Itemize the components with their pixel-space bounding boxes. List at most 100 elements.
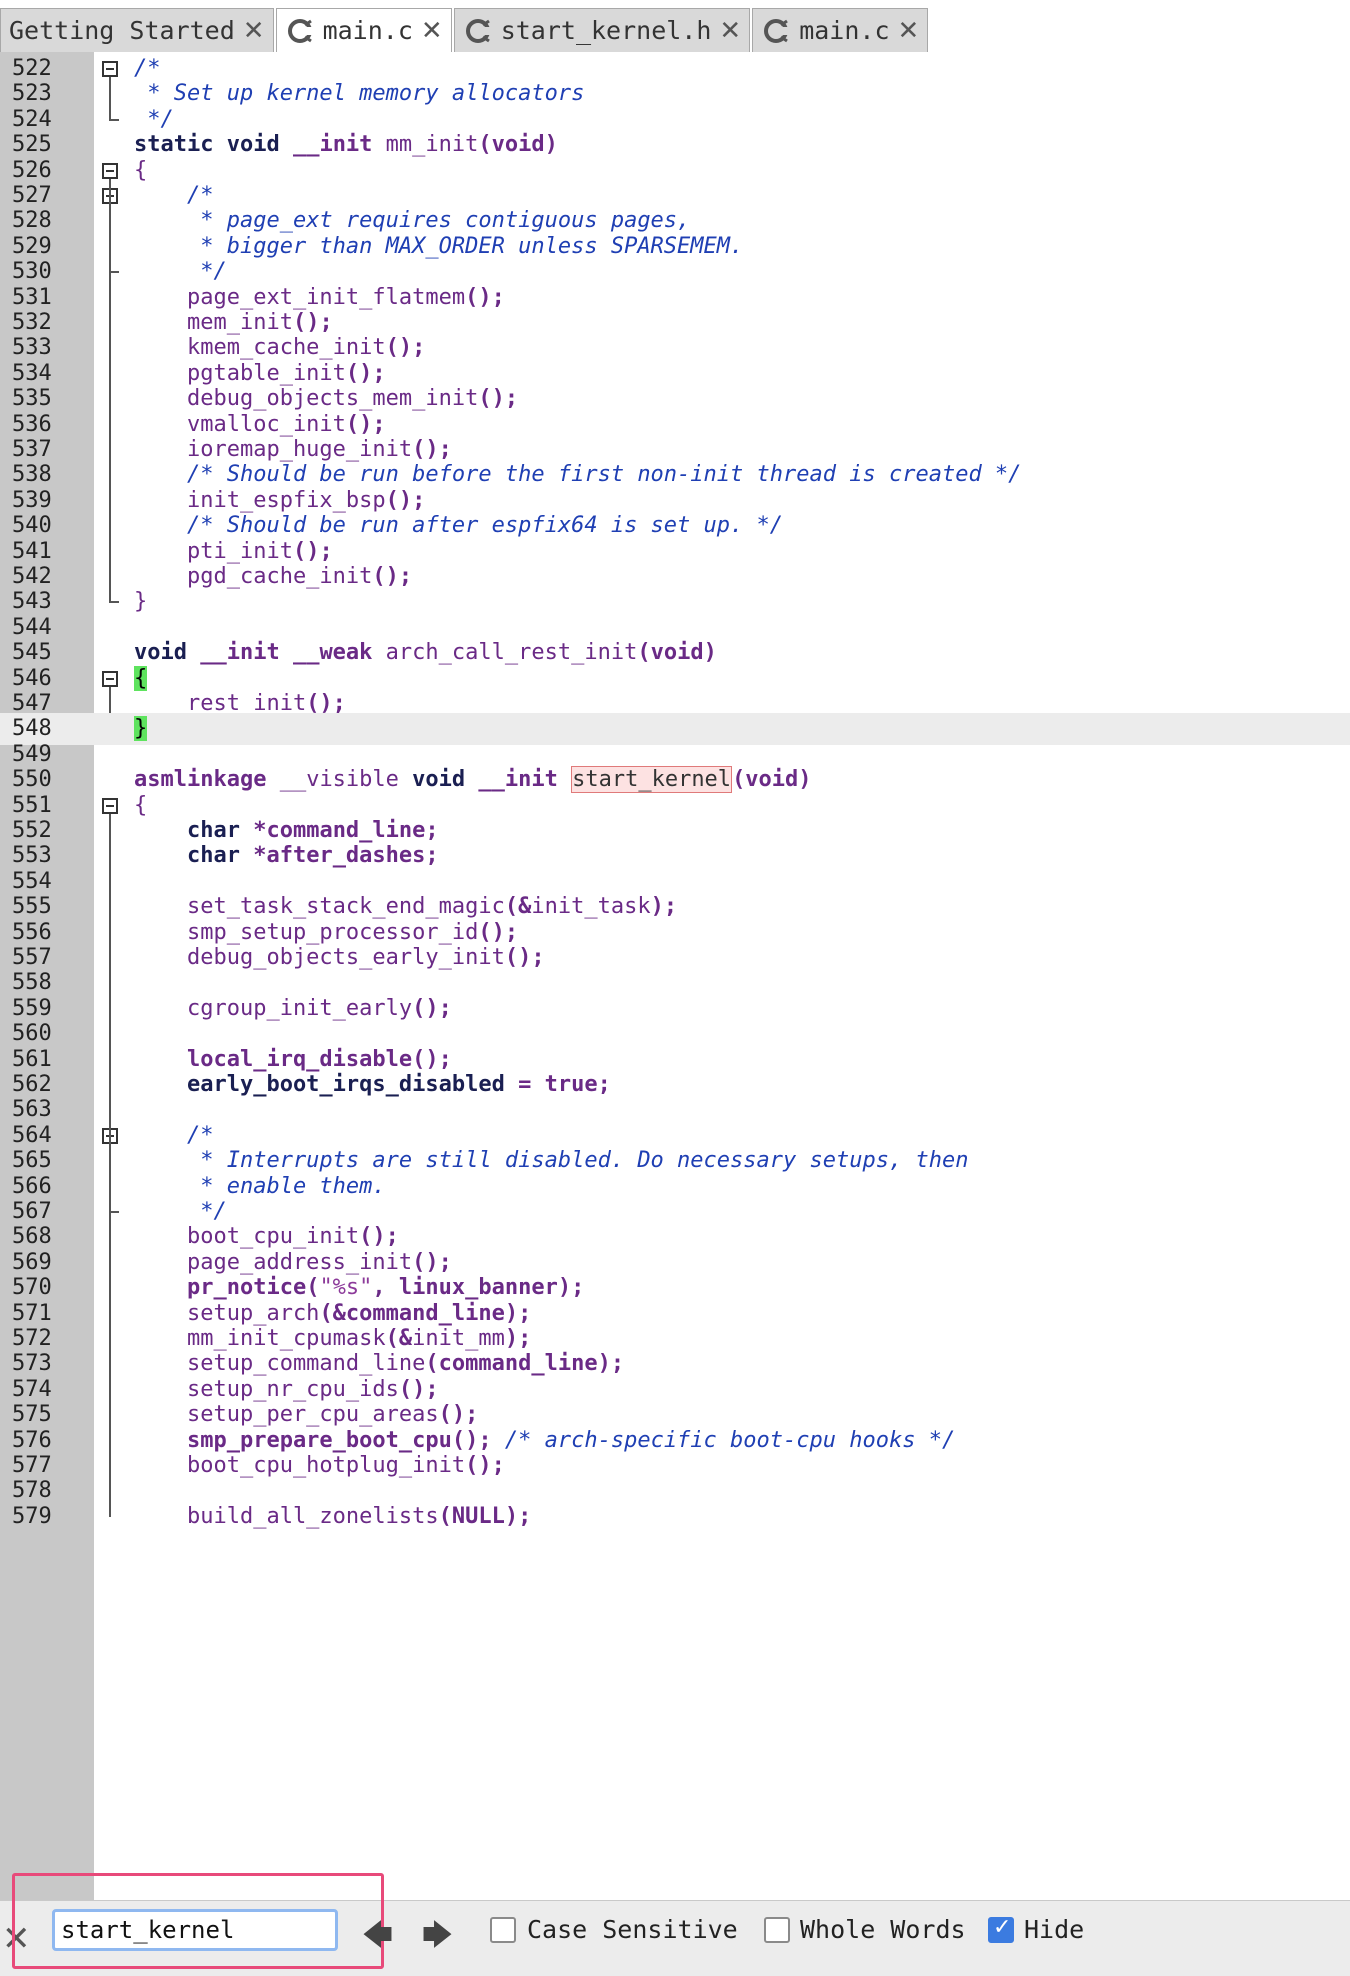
- code-token: ();: [345, 360, 386, 386]
- code-token: cgroup_init_early: [134, 995, 413, 1021]
- code-token: init_task: [531, 894, 651, 920]
- tab-bar: Getting Started ✕ main.c ✕ start_kernel.h ✕ ma…: [0, 0, 1350, 52]
- code-token: ();: [306, 691, 346, 716]
- code-token: "%s": [319, 1275, 373, 1301]
- tab-1[interactable]: main.c ✕: [275, 8, 452, 52]
- code-token: init_espfix_bsp: [134, 487, 386, 513]
- code-token: pti_init: [134, 538, 293, 564]
- find-previous-icon[interactable]: 🡄: [362, 1913, 393, 1964]
- find-next-icon[interactable]: 🡆: [422, 1913, 453, 1964]
- hide-checkbox[interactable]: [988, 1915, 1014, 1943]
- code-token: mm_init_cpumask: [134, 1326, 386, 1351]
- code-token: (: [306, 1275, 320, 1301]
- code-token: );: [650, 894, 678, 920]
- code-token: ();: [292, 538, 333, 564]
- code-token: pgtable_init: [134, 360, 346, 386]
- code-token: kmem_cache_init: [134, 335, 386, 361]
- code-token: mm_init: [385, 132, 479, 158]
- find-bar: ✕ 🡄 🡆 Case Sensitive Whole Words Hide: [0, 1873, 1350, 1976]
- tab-label: main.c: [322, 16, 413, 45]
- code-token: setup_command_line: [134, 1351, 426, 1377]
- tab-0[interactable]: Getting Started ✕: [0, 8, 274, 52]
- code-token: debug_objects_early_init: [134, 945, 505, 970]
- code-token: */: [134, 1199, 227, 1224]
- code-token: ();: [465, 1453, 505, 1478]
- c-source-icon: [285, 16, 315, 46]
- code-text: build_all_zonelists(NULL);: [134, 1501, 531, 1533]
- tab-2[interactable]: start_kernel.h ✕: [453, 8, 751, 52]
- whole-words-checkbox[interactable]: [764, 1917, 790, 1943]
- code-token: ();: [504, 945, 545, 970]
- code-editor[interactable]: 522/* 523 * Set up kernel memory allocato…: [0, 52, 1350, 1900]
- code-token: page_address_init: [134, 1249, 413, 1275]
- code-token: (void): [732, 767, 812, 793]
- code-token: boot_cpu_hotplug_init: [134, 1453, 466, 1478]
- code-token: * enable them.: [134, 1173, 386, 1199]
- code-token: (NULL);: [438, 1503, 532, 1529]
- code-token: (void): [637, 640, 717, 666]
- code-token: char: [134, 818, 254, 843]
- tab-close-icon[interactable]: ✕: [898, 16, 920, 46]
- whole-words-label: Whole Words: [800, 1915, 966, 1944]
- tab-close-icon[interactable]: ✕: [719, 16, 741, 46]
- case-sensitive-label: Case Sensitive: [527, 1915, 738, 1944]
- code-token: init_mm: [412, 1326, 505, 1351]
- code-token: __init __weak: [200, 640, 386, 666]
- code-token: early_boot_irqs_disabled: [134, 1072, 519, 1097]
- code-token: pgd_cache_init: [134, 564, 373, 589]
- code-token: ();: [478, 919, 519, 945]
- code-token: smp_prepare_boot_cpu: [134, 1427, 452, 1453]
- c-source-icon: [761, 16, 792, 46]
- code-token: =: [518, 1072, 545, 1097]
- code-token: ();: [412, 1046, 452, 1072]
- code-token: * Interrupts are still disabled. Do nece…: [134, 1148, 969, 1174]
- code-token: build_all_zonelists: [134, 1503, 439, 1529]
- code-token: * Set up kernel memory allocators: [134, 81, 585, 107]
- brace-match: {: [134, 665, 148, 691]
- code-token: void: [412, 767, 479, 793]
- code-token: ();: [385, 487, 426, 513]
- code-token: (&command_line);: [319, 1300, 532, 1326]
- hide-label: Hide: [1024, 1915, 1085, 1944]
- code-line[interactable]: 579 build_all_zonelists(NULL);: [0, 1501, 1350, 1533]
- code-token: ();: [292, 310, 333, 335]
- code-token: ();: [412, 995, 452, 1021]
- find-input[interactable]: [52, 1909, 338, 1951]
- code-token: /* Should be run after espfix64 is set u…: [134, 513, 784, 539]
- code-token: mem_init: [134, 310, 293, 335]
- case-sensitive-checkbox[interactable]: [490, 1917, 516, 1943]
- code-token: ();: [451, 1427, 505, 1453]
- code-token: /* arch-specific boot-cpu hooks */: [504, 1427, 956, 1453]
- code-token: local_irq_disable: [134, 1046, 413, 1072]
- code-token: char: [134, 843, 254, 869]
- code-token: static void: [134, 132, 293, 158]
- code-token: , linux_banner);: [372, 1275, 585, 1301]
- code-token: */: [134, 106, 174, 132]
- code-token: {: [134, 157, 148, 183]
- tab-close-icon[interactable]: ✕: [243, 16, 265, 46]
- code-token: rest_init: [134, 691, 307, 716]
- code-token: ;: [597, 1072, 611, 1097]
- tab-label: Getting Started: [9, 16, 235, 45]
- code-token: /*: [134, 56, 161, 81]
- code-token: true: [544, 1072, 598, 1097]
- code-token: (&: [504, 894, 532, 920]
- code-token: __init: [292, 132, 386, 158]
- code-token: boot_cpu_init: [134, 1224, 360, 1250]
- code-token: ();: [412, 1249, 452, 1275]
- code-token: (void): [478, 132, 558, 158]
- code-token: page_ext_init_flatmem: [134, 284, 466, 310]
- code-token: (command_line);: [425, 1351, 625, 1377]
- code-token: * bigger than MAX_ORDER unless SPARSEMEM…: [134, 233, 744, 259]
- brace-match: }: [134, 716, 148, 742]
- code-token: */: [134, 259, 227, 285]
- code-token: {: [134, 792, 148, 818]
- code-token: pr_notice: [134, 1275, 307, 1301]
- code-token: setup_arch: [134, 1300, 320, 1326]
- code-token: ();: [345, 411, 386, 437]
- code-token: __visible: [279, 767, 413, 793]
- tab-label: start_kernel.h: [500, 16, 712, 45]
- tab-3[interactable]: main.c ✕: [752, 8, 929, 52]
- tab-close-icon[interactable]: ✕: [421, 16, 443, 46]
- code-token: ();: [372, 564, 413, 589]
